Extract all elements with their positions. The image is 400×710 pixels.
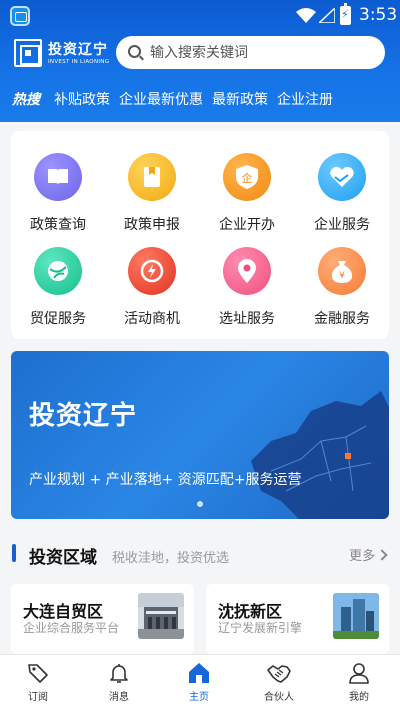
carousel-indicator: [197, 501, 203, 507]
tab-label: 主页: [189, 692, 209, 703]
header: 3:53 投资辽宁 INVEST IN LIAONING 热搜 补贴政策 企业最…: [0, 0, 400, 122]
bottom-tab-bar: 订阅 消息 主页 合伙人 我的: [0, 654, 400, 710]
hot-link-enterprise-offers[interactable]: 企业最新优惠: [119, 89, 203, 109]
service-business-events[interactable]: 活动商机: [105, 247, 199, 328]
hot-link-latest-policy[interactable]: 最新政策: [212, 89, 268, 109]
section-subtitle: 税收洼地，投资优选: [112, 551, 230, 566]
logo-mark-icon: [14, 39, 42, 67]
search-bar[interactable]: [116, 36, 385, 69]
service-label: 政策申报: [124, 217, 180, 233]
tab-messages[interactable]: 消息: [89, 661, 149, 703]
service-label: 活动商机: [124, 311, 180, 327]
clock: 3:53: [359, 5, 398, 25]
service-label: 选址服务: [219, 311, 275, 327]
section-accent-bar: [12, 544, 16, 562]
search-input[interactable]: [150, 42, 370, 63]
service-label: 贸促服务: [30, 311, 86, 327]
svg-text:企: 企: [242, 171, 253, 185]
tab-label: 合伙人: [264, 692, 294, 703]
service-label: 企业开办: [219, 217, 275, 233]
tab-home[interactable]: 主页: [169, 661, 229, 703]
hot-search-label: 热搜: [12, 92, 40, 108]
logo-subtitle: INVEST IN LIAONING: [48, 59, 110, 65]
tab-subscribe[interactable]: 订阅: [8, 661, 68, 703]
region-card-dalian[interactable]: 大连自贸区 企业综合服务平台: [11, 584, 194, 654]
service-policy-query[interactable]: 政策查询: [11, 153, 105, 234]
heart-hand-icon: [318, 153, 366, 201]
banner-subtitle: 产业规划 + 产业落地+ 资源匹配+服务运营: [29, 472, 302, 488]
location-pin-icon: [223, 247, 271, 295]
wifi-icon: [296, 8, 316, 23]
hot-link-enterprise-registration[interactable]: 企业注册: [277, 89, 333, 109]
signal-icon: [319, 8, 335, 23]
tab-partner[interactable]: 合伙人: [249, 661, 309, 703]
svg-text:¥: ¥: [339, 271, 345, 281]
region-desc: 企业综合服务平台: [23, 621, 120, 635]
bookmark-icon: [128, 153, 176, 201]
lightning-icon: [128, 247, 176, 295]
service-label: 金融服务: [314, 311, 370, 327]
region-photo-shenfu: [333, 593, 379, 639]
home-icon: [189, 663, 209, 683]
book-icon: [34, 153, 82, 201]
tab-profile[interactable]: 我的: [329, 661, 389, 703]
tab-label: 订阅: [28, 692, 48, 703]
service-policy-apply[interactable]: 政策申报: [105, 153, 199, 234]
banner-title: 投资辽宁: [29, 401, 138, 431]
globe-icon: [34, 247, 82, 295]
region-desc: 辽宁发展新引擎: [218, 621, 303, 635]
logo: 投资辽宁 INVEST IN LIAONING: [14, 39, 110, 69]
hot-search-links: 补贴政策 企业最新优惠 最新政策 企业注册: [54, 89, 333, 109]
hot-link-subsidy-policy[interactable]: 补贴政策: [54, 89, 110, 109]
enterprise-shield-icon: 企: [223, 153, 271, 201]
user-icon: [349, 663, 369, 684]
status-bar: 3:53: [0, 0, 400, 30]
app-notification-icon: [10, 6, 30, 26]
logo-title: 投资辽宁: [48, 42, 108, 58]
section-title: 投资区域: [29, 548, 97, 568]
service-label: 政策查询: [30, 217, 86, 233]
liaoning-map-graphic: [251, 391, 389, 519]
promo-banner[interactable]: 投资辽宁 产业规划 + 产业落地+ 资源匹配+服务运营: [11, 351, 389, 519]
handshake-icon: [267, 665, 291, 683]
tab-label: 我的: [349, 692, 369, 703]
service-enterprise-setup[interactable]: 企 企业开办: [200, 153, 294, 234]
region-photo-dalian: [138, 593, 184, 639]
bell-icon: [110, 664, 128, 683]
service-enterprise-service[interactable]: 企业服务: [295, 153, 389, 234]
services-grid: 政策查询 政策申报 企 企业开办 企业服务 贸促服务 活动商机 选址服务 ¥ 金…: [11, 131, 389, 339]
search-icon: [128, 45, 141, 58]
more-link[interactable]: 更多: [349, 545, 386, 564]
tag-icon: [28, 664, 48, 683]
tab-label: 消息: [109, 692, 129, 703]
service-financial[interactable]: ¥ 金融服务: [295, 247, 389, 328]
region-card-shenfu[interactable]: 沈抚新区 辽宁发展新引擎: [206, 584, 389, 654]
service-label: 企业服务: [314, 217, 370, 233]
service-trade-promotion[interactable]: 贸促服务: [11, 247, 105, 328]
money-bag-icon: ¥: [318, 247, 366, 295]
battery-icon: [340, 3, 351, 25]
service-site-selection[interactable]: 选址服务: [200, 247, 294, 328]
